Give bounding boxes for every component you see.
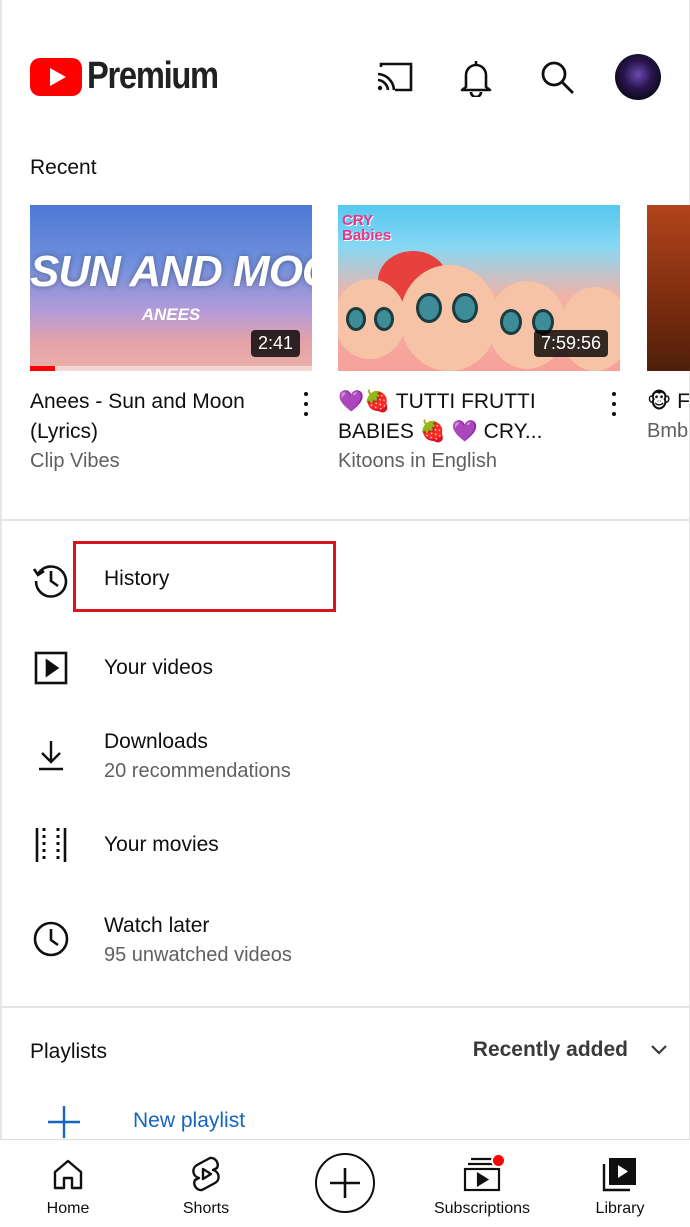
chevron-down-icon xyxy=(650,1044,668,1056)
menu-item-watch-later[interactable]: Watch later 95 unwatched videos xyxy=(0,904,690,974)
menu-sublabel: 20 recommendations xyxy=(104,760,291,782)
video-duration-badge: 2:41 xyxy=(250,330,300,357)
recent-section-title: Recent xyxy=(30,156,97,179)
top-app-bar: Premium xyxy=(0,0,690,140)
recent-video-card-partial[interactable]: 🐵 F 🍌+ Bmb xyxy=(647,205,690,443)
playlist-sort-dropdown[interactable]: Recently added xyxy=(473,1038,668,1062)
nav-label: Shorts xyxy=(182,1200,230,1217)
library-icon xyxy=(600,1154,640,1194)
recent-video-card[interactable]: SUN AND MOON ANEES 2:41 Anees - Sun and … xyxy=(30,205,312,473)
menu-label: Your videos xyxy=(104,656,213,679)
sort-label: Recently added xyxy=(472,1038,628,1061)
video-thumbnail[interactable]: SUN AND MOON ANEES 2:41 xyxy=(30,205,312,371)
menu-label: Watch later xyxy=(104,914,210,937)
menu-item-your-videos[interactable]: Your videos xyxy=(0,637,690,697)
watch-progress-track xyxy=(30,366,312,371)
video-title[interactable]: 💜🍓 TUTTI FRUTTI BABIES 🍓 💜 CRY... xyxy=(338,387,586,447)
search-icon[interactable] xyxy=(536,56,578,98)
character-eye xyxy=(416,293,442,323)
highlight-annotation-box xyxy=(73,541,336,612)
bottom-navigation-bar: Home Shorts Subscriptions Library xyxy=(0,1139,690,1227)
menu-label: Your movies xyxy=(104,833,219,856)
youtube-premium-logo[interactable]: Premium xyxy=(30,55,239,98)
thumbnail-artist-text: ANEES xyxy=(141,305,201,324)
history-icon xyxy=(30,559,72,601)
new-playlist-plus-icon[interactable] xyxy=(46,1104,82,1140)
video-channel: Bmb xyxy=(647,420,689,442)
nav-tab-library[interactable]: Library xyxy=(580,1140,660,1227)
video-thumbnail[interactable] xyxy=(647,205,690,371)
character-face xyxy=(560,287,620,371)
shorts-icon xyxy=(186,1154,226,1194)
more-options-icon[interactable] xyxy=(300,390,312,418)
plus-icon xyxy=(330,1168,360,1198)
menu-sublabel: 95 unwatched videos xyxy=(104,944,292,966)
nav-label: Library xyxy=(595,1200,645,1217)
character-eye xyxy=(346,307,366,331)
recent-video-card[interactable]: CRY Babies 7:59:56 💜🍓 TUTTI FRUTTI BABIE… xyxy=(338,205,620,473)
character-face xyxy=(400,265,498,371)
video-thumbnail[interactable]: CRY Babies 7:59:56 xyxy=(338,205,620,371)
clock-icon xyxy=(30,918,72,960)
video-channel: Clip Vibes xyxy=(30,450,120,472)
video-channel: Kitoons in English xyxy=(338,450,497,472)
menu-item-downloads[interactable]: Downloads 20 recommendations xyxy=(0,720,690,790)
character-eye xyxy=(374,307,394,331)
menu-label: Downloads xyxy=(104,730,208,753)
brand-name: Premium xyxy=(87,55,219,97)
notifications-bell-icon[interactable] xyxy=(455,56,497,98)
new-content-dot xyxy=(491,1153,506,1168)
character-eye xyxy=(500,309,522,335)
thumbnail-logo-text: CRY Babies xyxy=(342,212,392,244)
section-divider xyxy=(0,519,690,521)
menu-item-your-movies[interactable]: Your movies xyxy=(0,814,690,874)
create-plus-button[interactable] xyxy=(315,1153,375,1213)
nav-tab-shorts[interactable]: Shorts xyxy=(166,1140,246,1227)
nav-label: Subscriptions xyxy=(433,1200,531,1217)
playlists-section-title: Playlists xyxy=(30,1040,108,1063)
film-strip-icon xyxy=(30,824,72,866)
character-eye xyxy=(452,293,478,323)
watch-progress-bar xyxy=(30,366,56,371)
nav-tab-subscriptions[interactable]: Subscriptions xyxy=(424,1140,540,1227)
nav-tab-home[interactable]: Home xyxy=(28,1140,108,1227)
youtube-play-logo-icon xyxy=(30,57,82,96)
video-title[interactable]: 🐵 F 🍌+ xyxy=(647,387,690,417)
nav-label: Home xyxy=(46,1200,90,1217)
account-avatar[interactable] xyxy=(615,54,661,100)
home-icon xyxy=(48,1154,88,1194)
download-icon xyxy=(30,734,72,776)
your-videos-play-icon xyxy=(30,647,72,689)
cast-icon[interactable] xyxy=(374,56,416,98)
new-playlist-button[interactable]: New playlist xyxy=(133,1109,245,1133)
video-title[interactable]: Anees - Sun and Moon (Lyrics) xyxy=(30,387,278,447)
more-options-icon[interactable] xyxy=(608,390,620,418)
subscriptions-icon xyxy=(462,1153,506,1194)
thumbnail-title-text: SUN AND MOON xyxy=(30,247,312,296)
section-divider xyxy=(0,1006,690,1008)
video-duration-badge: 7:59:56 xyxy=(533,330,608,357)
